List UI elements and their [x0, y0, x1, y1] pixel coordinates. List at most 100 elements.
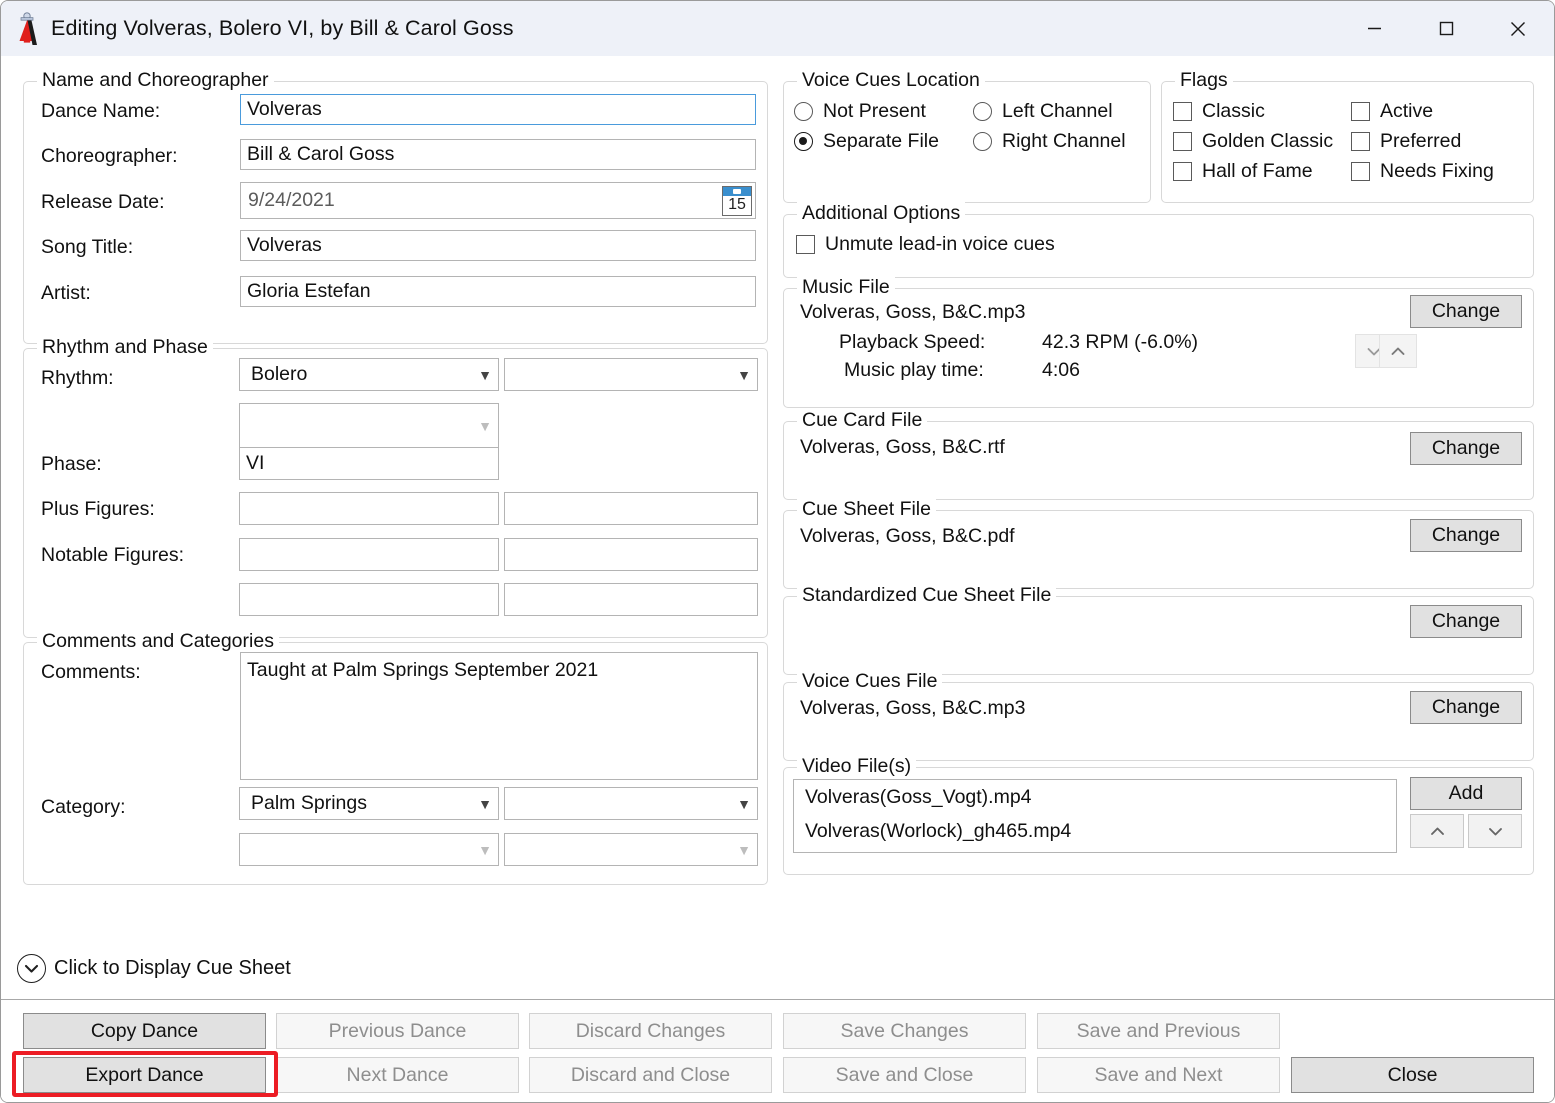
radio-mark	[794, 102, 813, 121]
calendar-icon-day: 15	[728, 195, 746, 213]
radio-mark	[794, 132, 813, 151]
radio-mark	[973, 102, 992, 121]
choreographer-input[interactable]: Bill & Carol Goss	[240, 139, 756, 170]
save-changes-button[interactable]: Save Changes	[783, 1013, 1026, 1049]
plus-figures-label: Plus Figures:	[41, 498, 155, 520]
copy-dance-button[interactable]: Copy Dance	[23, 1013, 266, 1049]
checkbox-hall-of-fame-label: Hall of Fame	[1202, 160, 1313, 182]
save-and-previous-button[interactable]: Save and Previous	[1037, 1013, 1280, 1049]
checkbox-classic-label: Classic	[1202, 100, 1265, 122]
save-and-next-button[interactable]: Save and Next	[1037, 1057, 1280, 1093]
song-title-input[interactable]: Volveras	[240, 230, 756, 261]
group-legend-additional-options: Additional Options	[797, 202, 966, 224]
video-files-move-down-button[interactable]	[1468, 814, 1522, 848]
comments-textarea[interactable]: Taught at Palm Springs September 2021	[240, 652, 758, 780]
standardized-cue-sheet-file-change-button[interactable]: Change	[1410, 605, 1522, 638]
checkbox-needs-fixing[interactable]: Needs Fixing	[1351, 160, 1494, 183]
list-item[interactable]: Volveras(Goss_Vogt).mp4	[794, 780, 1396, 814]
chevron-down-icon: ▼	[737, 366, 751, 383]
checkbox-preferred-label: Preferred	[1380, 130, 1462, 152]
voice-cues-file-change-button[interactable]: Change	[1410, 691, 1522, 724]
artist-input[interactable]: Gloria Estefan	[240, 276, 756, 307]
group-legend-cue-card-file: Cue Card File	[797, 409, 928, 431]
plus-figures-input-1[interactable]	[239, 492, 499, 525]
rhythm-combo-2[interactable]: ▼	[504, 358, 758, 391]
category-combo-1[interactable]: Palm Springs ▼	[239, 787, 499, 820]
plus-figures-input-2[interactable]	[504, 492, 758, 525]
checkbox-golden-classic[interactable]: Golden Classic	[1173, 130, 1333, 153]
minimize-button[interactable]	[1338, 1, 1410, 56]
music-play-time-value: 4:06	[1042, 359, 1080, 381]
cue-card-file-name: Volveras, Goss, B&C.rtf	[800, 436, 1005, 458]
group-legend-cue-sheet-file: Cue Sheet File	[797, 498, 936, 520]
checkbox-preferred[interactable]: Preferred	[1351, 130, 1461, 153]
chevron-down-icon: ▼	[478, 366, 492, 383]
checkbox-hall-of-fame[interactable]: Hall of Fame	[1173, 160, 1313, 183]
cue-card-file-change-button[interactable]: Change	[1410, 432, 1522, 465]
chevron-down-circle-icon	[17, 954, 46, 983]
checkbox-unmute-lead-in-label: Unmute lead-in voice cues	[825, 233, 1055, 255]
rhythm-combo-3[interactable]: ▼	[239, 403, 499, 448]
close-button[interactable]	[1482, 1, 1554, 56]
category-combo-4[interactable]: ▼	[504, 833, 758, 866]
category-combo-1-value: Palm Springs	[251, 792, 367, 814]
checkbox-active[interactable]: Active	[1351, 100, 1433, 123]
rhythm-combo-1[interactable]: Bolero ▼	[239, 358, 499, 391]
video-files-add-button[interactable]: Add	[1410, 777, 1522, 810]
cue-sheet-file-change-button[interactable]: Change	[1410, 519, 1522, 552]
group-legend-standardized-cue-sheet-file: Standardized Cue Sheet File	[797, 584, 1057, 606]
radio-not-present[interactable]: Not Present	[794, 100, 926, 123]
group-legend-flags: Flags	[1175, 69, 1233, 91]
artist-label: Artist:	[41, 282, 91, 304]
choreographer-label: Choreographer:	[41, 145, 178, 167]
display-cue-sheet-expander[interactable]: Click to Display Cue Sheet	[17, 954, 291, 983]
maximize-button[interactable]	[1410, 1, 1482, 56]
release-date-picker[interactable]: 9/24/2021 15	[240, 182, 756, 219]
radio-right-channel[interactable]: Right Channel	[973, 130, 1126, 153]
music-file-change-button[interactable]: Change	[1410, 295, 1522, 328]
checkbox-classic[interactable]: Classic	[1173, 100, 1265, 123]
radio-left-channel[interactable]: Left Channel	[973, 100, 1113, 123]
list-item[interactable]: Volveras(Worlock)_gh465.mp4	[794, 814, 1396, 848]
radio-mark	[973, 132, 992, 151]
next-dance-button[interactable]: Next Dance	[276, 1057, 519, 1093]
discard-and-close-button[interactable]: Discard and Close	[529, 1057, 772, 1093]
notable-figures-input-2[interactable]	[504, 538, 758, 571]
group-legend-comments: Comments and Categories	[37, 630, 279, 652]
window-title: Editing Volveras, Bolero VI, by Bill & C…	[51, 16, 514, 40]
close-dialog-button[interactable]: Close	[1291, 1057, 1534, 1093]
checkbox-mark	[796, 235, 815, 254]
group-legend-rhythm: Rhythm and Phase	[37, 336, 213, 358]
notable-figures-input-4[interactable]	[504, 583, 758, 616]
phase-input[interactable]: VI	[239, 447, 499, 480]
video-files-listbox[interactable]: Volveras(Goss_Vogt).mp4 Volveras(Worlock…	[793, 779, 1397, 853]
group-legend-video-files: Video File(s)	[797, 755, 917, 777]
notable-figures-input-3[interactable]	[239, 583, 499, 616]
chevron-down-icon: ▼	[478, 417, 492, 434]
video-files-move-up-button[interactable]	[1410, 814, 1464, 848]
song-title-label: Song Title:	[41, 236, 134, 258]
radio-right-channel-label: Right Channel	[1002, 130, 1126, 152]
playback-speed-up-button[interactable]	[1379, 334, 1417, 368]
checkbox-mark	[1173, 102, 1192, 121]
checkbox-unmute-lead-in[interactable]: Unmute lead-in voice cues	[796, 233, 1055, 256]
previous-dance-button[interactable]: Previous Dance	[276, 1013, 519, 1049]
group-legend-voice-cues-file: Voice Cues File	[797, 670, 943, 692]
dance-name-label: Dance Name:	[41, 100, 161, 122]
discard-changes-button[interactable]: Discard Changes	[529, 1013, 772, 1049]
dance-name-input[interactable]: Volveras	[240, 94, 756, 125]
radio-not-present-label: Not Present	[823, 100, 926, 122]
chevron-down-icon: ▼	[478, 841, 492, 858]
dialog-button-bar: Copy Dance Previous Dance Discard Change…	[1, 999, 1554, 1102]
radio-separate-file[interactable]: Separate File	[794, 130, 939, 153]
category-combo-2[interactable]: ▼	[504, 787, 758, 820]
save-and-close-button[interactable]: Save and Close	[783, 1057, 1026, 1093]
notable-figures-input-1[interactable]	[239, 538, 499, 571]
chevron-down-icon: ▼	[737, 795, 751, 812]
checkbox-needs-fixing-label: Needs Fixing	[1380, 160, 1494, 182]
calendar-icon[interactable]: 15	[722, 185, 752, 216]
release-date-value: 9/24/2021	[248, 189, 335, 211]
export-dance-button[interactable]: Export Dance	[23, 1057, 266, 1093]
cue-sheet-file-name: Volveras, Goss, B&C.pdf	[800, 525, 1015, 547]
category-combo-3[interactable]: ▼	[239, 833, 499, 866]
